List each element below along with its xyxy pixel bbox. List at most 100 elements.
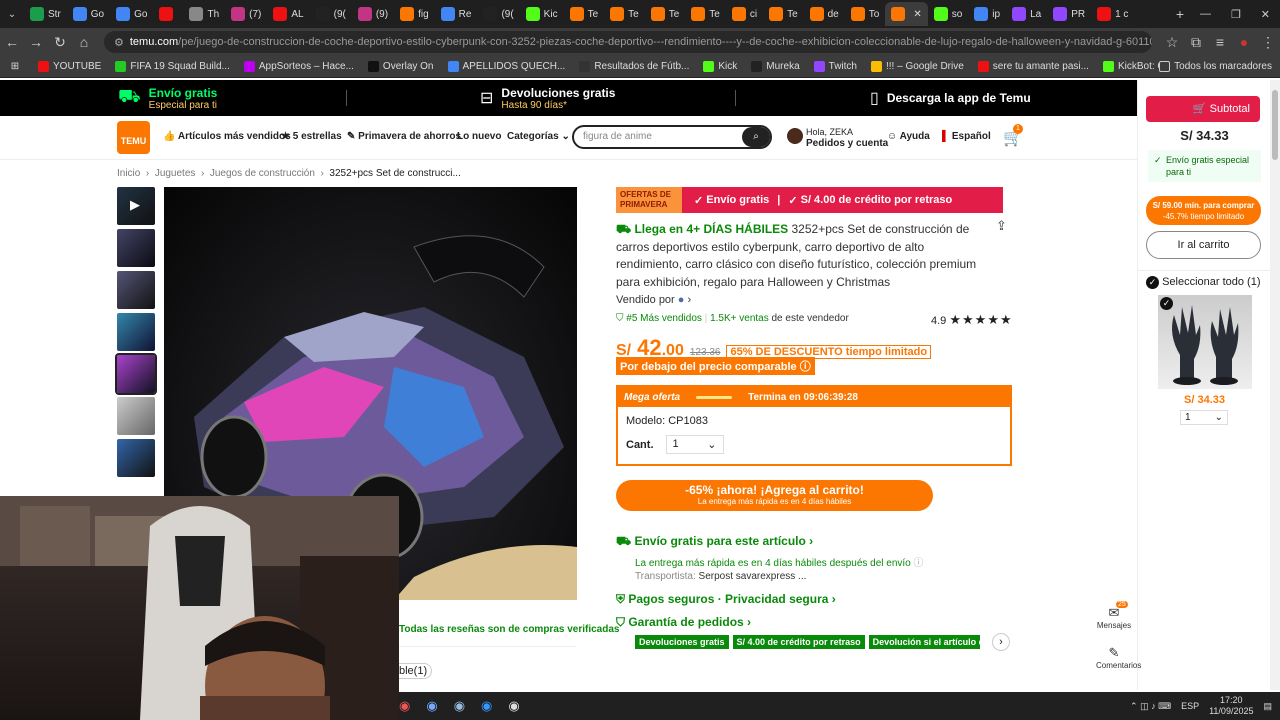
- browser-tab[interactable]: (9(: [477, 2, 519, 26]
- bookmark-item[interactable]: Twitch: [813, 61, 857, 72]
- app-taskbar-icon[interactable]: ◉: [481, 698, 492, 714]
- bookmark-item[interactable]: AppSorteos – Hace...: [243, 61, 354, 72]
- banner-download-app[interactable]: ▯ Descarga la app de Temu: [870, 88, 1031, 108]
- close-tab-icon[interactable]: ✕: [913, 9, 921, 20]
- browser-tab[interactable]: 1 c: [1091, 2, 1134, 26]
- select-all[interactable]: ✓ Seleccionar todo (1): [1146, 276, 1261, 289]
- banner-free-shipping[interactable]: ⛟ Envío gratis Especial para ti: [118, 86, 217, 111]
- browser-tab[interactable]: Re: [435, 2, 478, 26]
- notification-icon[interactable]: ▤: [1263, 701, 1272, 712]
- seller-link[interactable]: Vendido por ● ›: [616, 294, 691, 306]
- browser-tab[interactable]: Str: [24, 2, 67, 26]
- checkbox-checked-icon[interactable]: ✓: [1146, 276, 1159, 289]
- thumbnail[interactable]: [117, 271, 155, 309]
- browser-tab[interactable]: Te: [685, 2, 726, 26]
- bookmark-star-icon[interactable]: ☆: [1160, 34, 1184, 51]
- comments-button[interactable]: ✎ Comentarios: [1096, 645, 1141, 670]
- bookmark-item[interactable]: YOUTUBE: [38, 61, 101, 72]
- browser-tab[interactable]: To: [845, 2, 886, 26]
- browser-tab[interactable]: [153, 2, 183, 26]
- shipping-link[interactable]: ⛟ Envío gratis para este artículo ›: [616, 534, 813, 550]
- thumbnail-video[interactable]: ▶: [117, 187, 155, 225]
- account-menu[interactable]: Hola, ZEKA Pedidos y cuenta: [806, 127, 888, 149]
- chevron-right-icon[interactable]: ›: [992, 633, 1010, 651]
- menu-new[interactable]: Lo nuevo: [457, 131, 501, 142]
- thumbnail[interactable]: [117, 397, 155, 435]
- minimize-icon[interactable]: —: [1200, 8, 1211, 21]
- thumbnail[interactable]: [117, 229, 155, 267]
- new-tab-icon[interactable]: +: [1170, 6, 1190, 22]
- page-scrollbar[interactable]: [1270, 80, 1280, 690]
- keyboard-language[interactable]: ESP: [1181, 701, 1199, 711]
- bookmark-item[interactable]: Mureka: [751, 61, 800, 72]
- cart-item-image[interactable]: ✓: [1158, 295, 1252, 389]
- browser-tab[interactable]: Go: [67, 2, 110, 26]
- browser-tab[interactable]: Te: [604, 2, 645, 26]
- browser-tab[interactable]: Go: [110, 2, 153, 26]
- browser-tab[interactable]: Te: [763, 2, 804, 26]
- thumbnail-selected[interactable]: [115, 353, 157, 395]
- browser-tab[interactable]: Te: [564, 2, 605, 26]
- menu-five-stars[interactable]: ★ 5 estrellas: [281, 131, 342, 142]
- go-to-cart-button[interactable]: Ir al carrito: [1146, 231, 1261, 259]
- browser-tab[interactable]: (7): [225, 2, 267, 26]
- banner-free-returns[interactable]: ⊟ Devoluciones gratis Hasta 90 días*: [480, 86, 615, 111]
- browser-tab[interactable]: so: [928, 2, 969, 26]
- share-icon[interactable]: ⇪: [996, 218, 1007, 234]
- bookmark-item[interactable]: Resultados de Fútb...: [579, 61, 689, 72]
- cart-icon[interactable]: 🛒 1: [1003, 124, 1023, 148]
- add-to-cart-button[interactable]: -65% ¡ahora! ¡Agrega al carrito! La entr…: [616, 480, 933, 511]
- browser-tab[interactable]: de: [804, 2, 845, 26]
- forward-icon[interactable]: →: [24, 34, 48, 50]
- chrome-taskbar-icon[interactable]: ◉: [399, 698, 410, 714]
- close-window-icon[interactable]: ✕: [1261, 8, 1270, 21]
- help-link[interactable]: ☺ Ayuda: [887, 131, 930, 142]
- bookmark-item[interactable]: KickBot: Customiza...: [1102, 61, 1159, 72]
- apps-icon[interactable]: ⊞: [0, 61, 30, 72]
- steam-taskbar-icon[interactable]: ◉: [454, 698, 465, 714]
- secure-payment-link[interactable]: ⛨ Pagos seguros · Privacidad segura ›: [616, 592, 836, 607]
- extensions-icon[interactable]: ⧉: [1184, 34, 1208, 51]
- all-bookmarks[interactable]: Todos los marcadores: [1159, 61, 1272, 72]
- clock[interactable]: 17:20 11/09/2025: [1209, 695, 1253, 717]
- bookmark-item[interactable]: !!! – Google Drive: [870, 61, 964, 72]
- browser-tab[interactable]: ip: [968, 2, 1006, 26]
- rating[interactable]: 4.9 ★★★★★: [931, 312, 1013, 328]
- browser-tab[interactable]: Th: [183, 2, 225, 26]
- messages-button[interactable]: ✉ 25 Mensajes: [1096, 601, 1132, 630]
- discord-taskbar-icon[interactable]: ◉: [426, 698, 437, 714]
- thumbnail[interactable]: [117, 439, 155, 477]
- avatar[interactable]: [787, 128, 803, 144]
- subtotal-header[interactable]: 🛒 Subtotal: [1146, 96, 1260, 122]
- breadcrumb-building[interactable]: Juegos de construcción: [210, 168, 315, 179]
- info-icon[interactable]: ⓘ: [914, 558, 924, 569]
- url-field[interactable]: ⚙ temu.com/pe/juego-de-construccion-de-c…: [104, 31, 1152, 53]
- scrollbar-thumb[interactable]: [1272, 90, 1278, 160]
- menu-bestsellers[interactable]: 👍 Artículos más vendidos: [163, 131, 291, 142]
- order-guarantee-link[interactable]: ⛉ Garantía de pedidos ›: [616, 615, 751, 630]
- home-icon[interactable]: ⌂: [72, 34, 96, 50]
- browser-menu-icon[interactable]: ⋮: [1256, 34, 1280, 51]
- quantity-select[interactable]: 1 ⌄: [665, 435, 724, 454]
- rank-badge[interactable]: ⛉ #5 Más vendidos: [616, 313, 702, 324]
- browser-tab[interactable]: fig: [394, 2, 435, 26]
- temu-logo[interactable]: TEMU: [117, 121, 150, 154]
- breadcrumb-toys[interactable]: Juguetes: [155, 168, 196, 179]
- menu-categories[interactable]: Categorías ⌄: [507, 131, 570, 142]
- browser-tab[interactable]: ci: [726, 2, 763, 26]
- browser-tab[interactable]: (9): [352, 2, 394, 26]
- tray-icons[interactable]: ⌃ ◫ ♪ ⌨: [1130, 701, 1171, 712]
- site-info-icon[interactable]: ⚙: [114, 36, 124, 49]
- bookmark-item[interactable]: APELLIDOS QUECH...: [447, 61, 565, 72]
- menu-spring-savings[interactable]: ✎ Primavera de ahorros: [347, 131, 461, 142]
- browser-tab[interactable]: AL: [267, 2, 309, 26]
- search-input[interactable]: figura de anime ⌕: [572, 125, 772, 149]
- bookmark-item[interactable]: Overlay On: [367, 61, 434, 72]
- reload-icon[interactable]: ↻: [48, 34, 72, 51]
- bookmark-item[interactable]: sere tu amante pasi...: [977, 61, 1089, 72]
- language-selector[interactable]: ▌ Español: [942, 131, 991, 142]
- back-icon[interactable]: ←: [0, 34, 24, 50]
- browser-tab[interactable]: ✕: [885, 2, 928, 26]
- profile-icon[interactable]: ●: [1232, 34, 1256, 50]
- restore-icon[interactable]: ❐: [1231, 8, 1241, 21]
